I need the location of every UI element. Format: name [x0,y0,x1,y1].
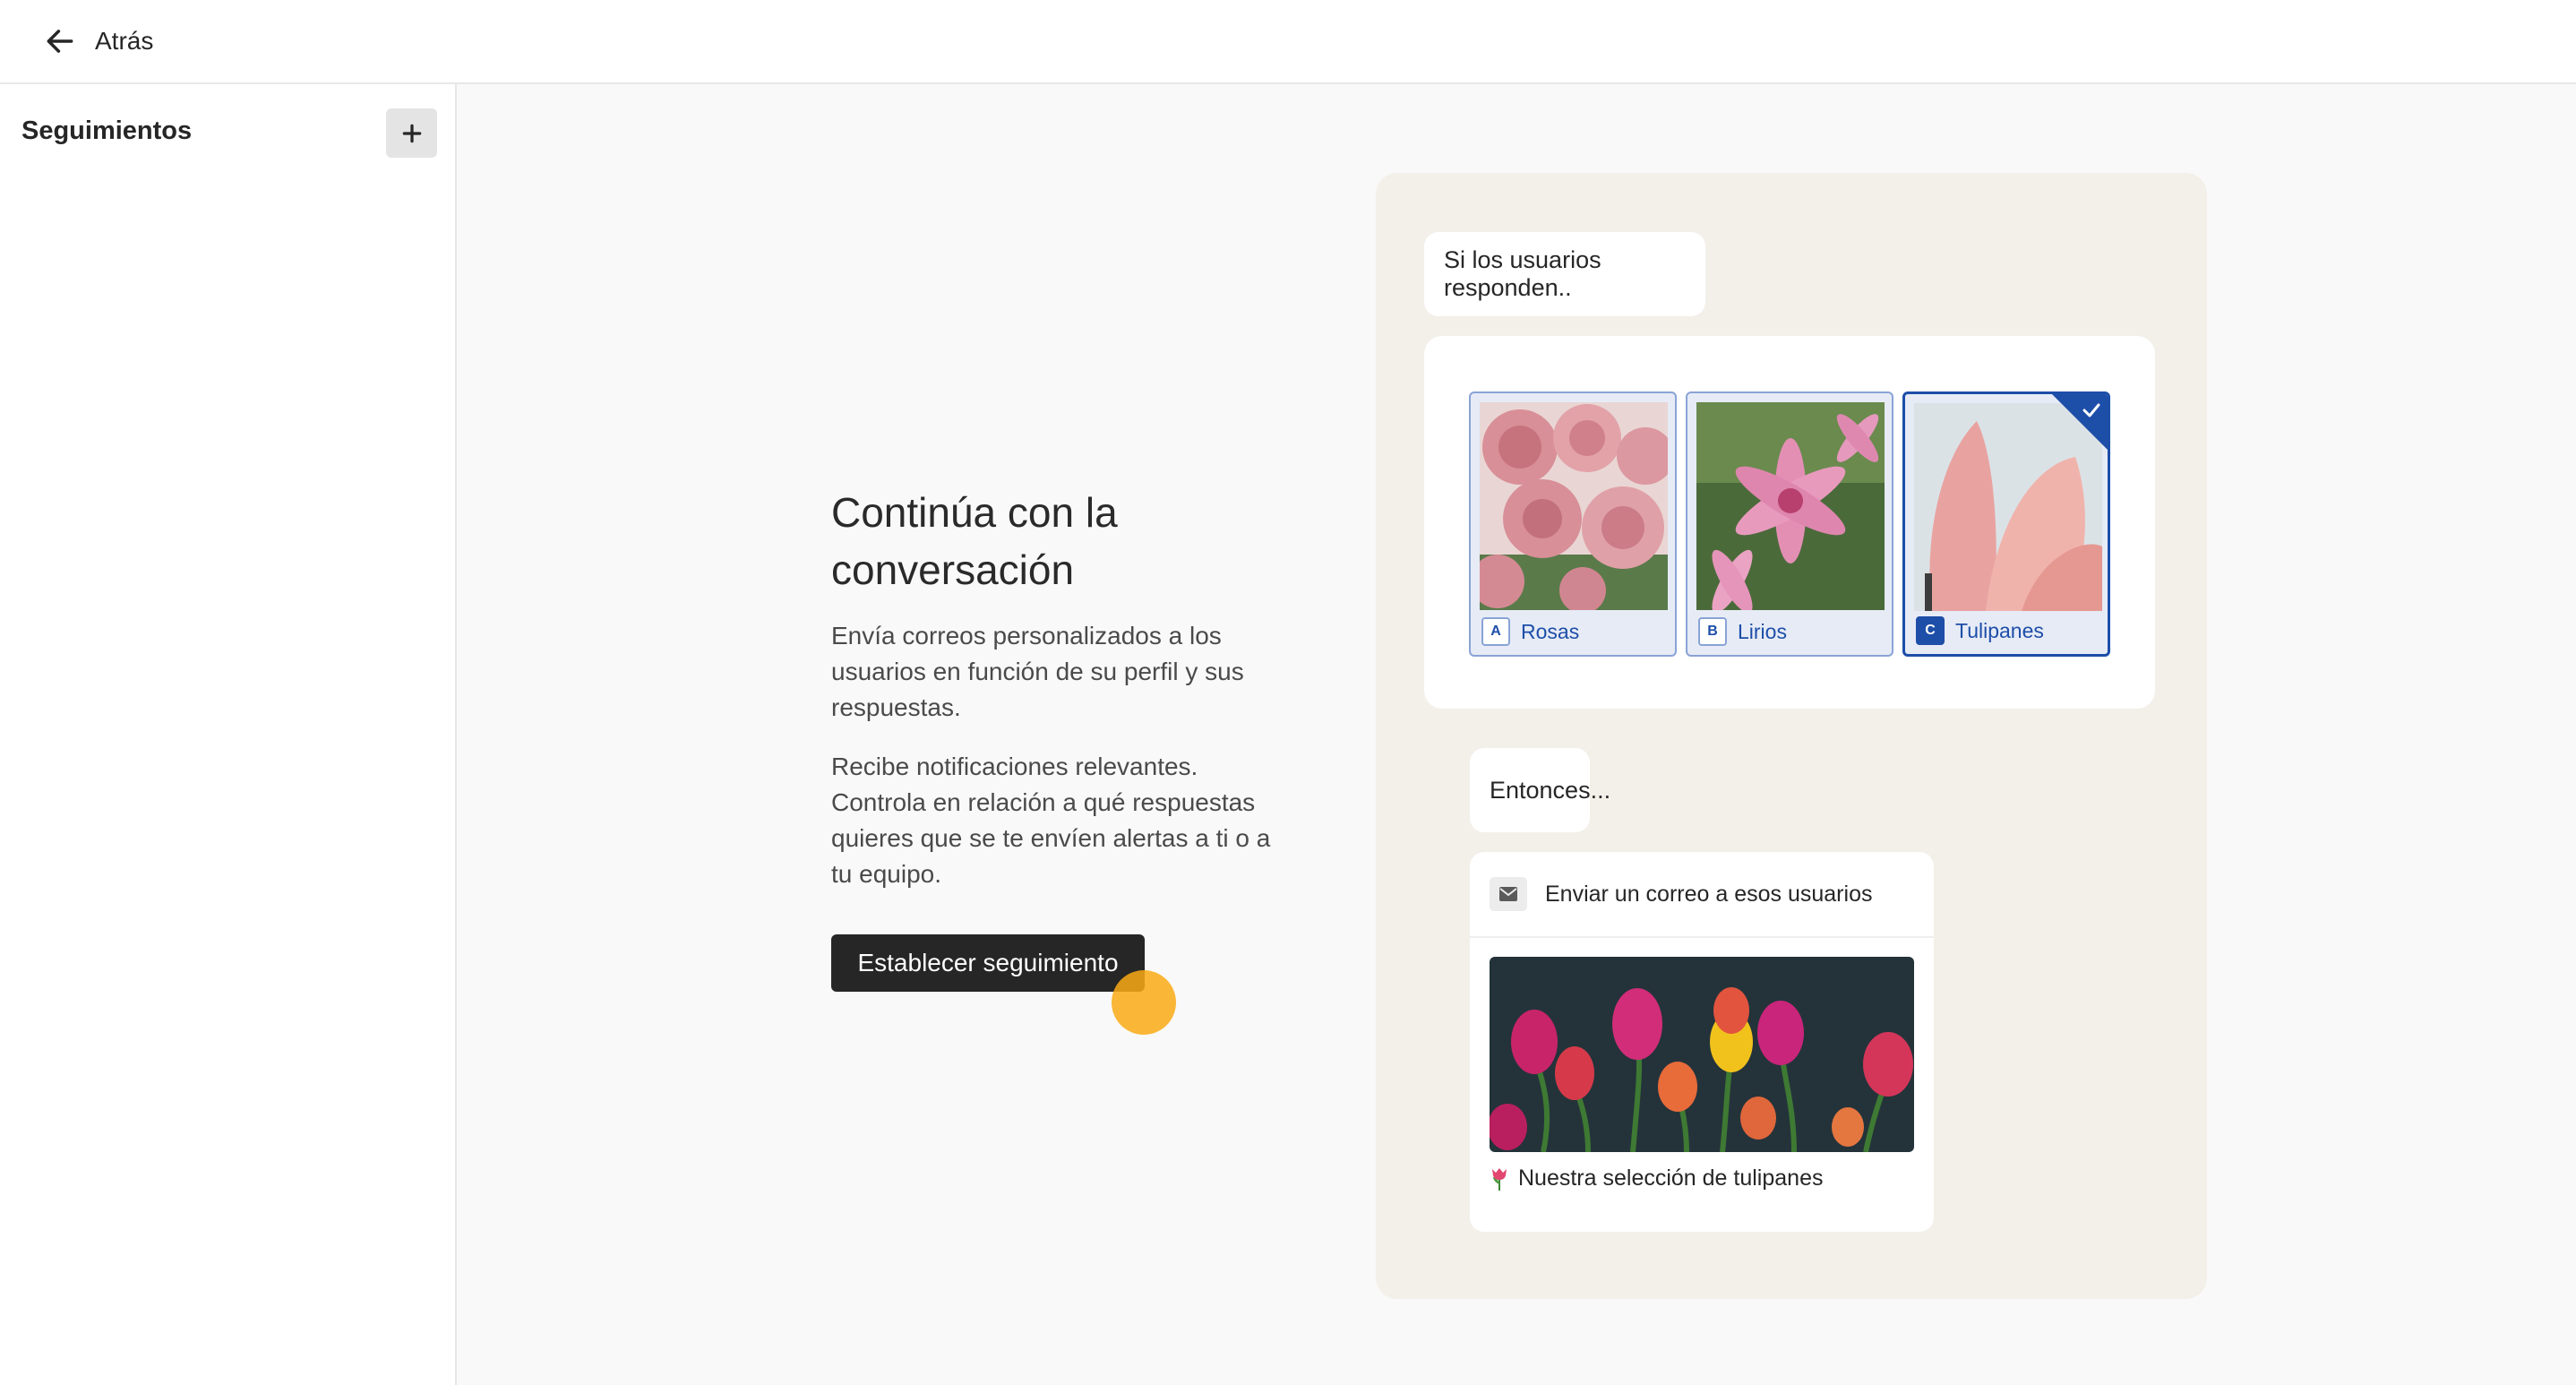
then-bubble: Entonces... [1470,748,1610,832]
illustration-panel: Si los usuarios responden.. A Rosas B Li… [1376,173,2207,1299]
email-caption-text: Nuestra selección de tulipanes [1518,1166,1824,1191]
if-text: Si los usuarios responden.. [1444,246,1601,301]
page-heading: Continúa con la conversación [831,489,1118,593]
choice-key: B [1698,617,1727,646]
choice-label: Lirios [1738,619,1787,643]
choice-key: A [1481,617,1510,646]
establish-followup-button[interactable]: Establecer seguimiento [831,934,1145,992]
choice-lilies-label-row: B Lirios [1698,617,1787,646]
back-button[interactable]: Atrás [43,24,153,58]
plus-icon [402,124,421,142]
arrow-left-icon [47,30,73,53]
intro-section: Continúa con la conversación Envía corre… [831,484,1297,892]
choice-tulips-label-row: C Tulipanes [1916,616,2044,645]
selected-indicator [2052,394,2108,450]
email-caption: Nuestra selección de tulipanes [1490,1166,1823,1191]
sidebar-title: Seguimientos [21,116,193,145]
choice-tulips[interactable]: C Tulipanes [1902,391,2110,657]
add-followup-button[interactable] [386,108,437,158]
roses-image [1480,402,1668,610]
if-bubble: Si los usuarios responden.. [1424,232,1705,316]
envelope-glyph [1499,887,1517,901]
lilies-image [1696,402,1885,610]
choice-roses-label-row: A Rosas [1481,617,1579,646]
checkmark-icon [2082,403,2100,417]
email-action-row: Enviar un correo a esos usuarios [1470,852,1934,938]
choice-label: Tulipanes [1955,618,2044,642]
tulip-emoji-icon [1492,1167,1507,1191]
email-card: Enviar un correo a esos usuarios Nuestra… [1470,852,1934,1232]
choice-key: C [1916,616,1945,645]
choice-roses[interactable]: A Rosas [1469,391,1677,657]
cursor-highlight [1112,970,1176,1035]
sidebar: Seguimientos [0,84,457,1385]
back-label: Atrás [95,27,154,55]
intro-paragraph-2: Recibe notificaciones relevantes. Contro… [831,753,1271,888]
envelope-icon [1490,877,1527,911]
choice-lilies[interactable]: B Lirios [1686,391,1893,657]
choices-card: A Rosas B Lirios C Tulipanes [1424,336,2155,709]
then-text: Entonces... [1490,776,1611,804]
tulip-bouquet-image [1490,957,1914,1152]
choice-label: Rosas [1521,619,1580,643]
email-action-label: Enviar un correo a esos usuarios [1545,881,1873,907]
intro-paragraph-1: Envía correos personalizados a los usuar… [831,622,1244,721]
top-bar: Atrás [0,0,2576,84]
